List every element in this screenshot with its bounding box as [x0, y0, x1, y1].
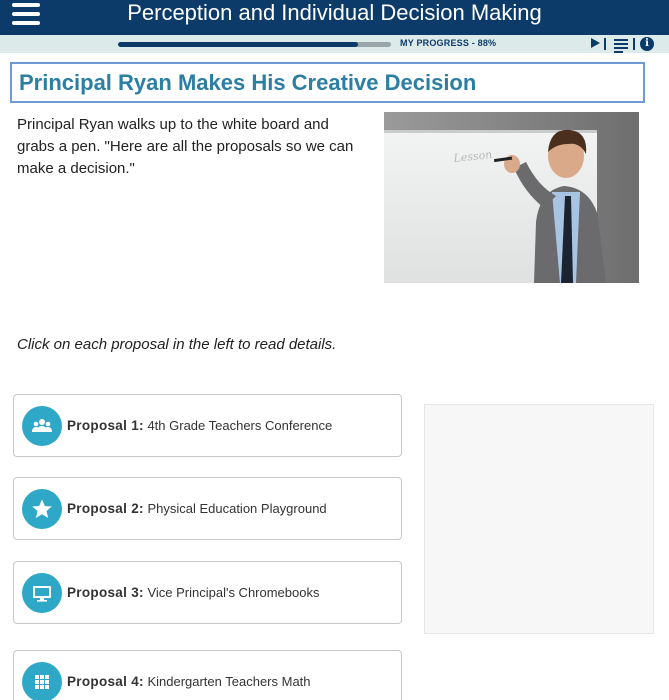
- group-icon: [22, 406, 62, 446]
- instruction-text: Click on each proposal in the left to re…: [17, 336, 337, 353]
- progress-label: MY PROGRESS - 88%: [400, 38, 497, 48]
- play-icon[interactable]: [590, 37, 601, 51]
- app-title: Perception and Individual Decision Makin…: [127, 0, 542, 25]
- control-divider: [604, 38, 606, 50]
- grid-icon: [22, 662, 62, 700]
- proposal-label: Proposal 2: Physical Education Playgroun…: [67, 501, 327, 516]
- page-title-box: Principal Ryan Makes His Creative Decisi…: [10, 62, 645, 103]
- proposal-label: Proposal 4: Kindergarten Teachers Math: [67, 674, 311, 689]
- principal-whiteboard-photo: Lesson: [384, 112, 639, 283]
- control-divider: [633, 38, 635, 50]
- progress-bar-row: MY PROGRESS - 88% i: [0, 35, 669, 53]
- info-icon[interactable]: i: [640, 37, 654, 51]
- proposal-1-button[interactable]: Proposal 1: 4th Grade Teachers Conferenc…: [13, 394, 402, 457]
- monitor-icon: [22, 573, 62, 613]
- app-header: Perception and Individual Decision Makin…: [0, 0, 669, 35]
- proposal-2-button[interactable]: Proposal 2: Physical Education Playgroun…: [13, 477, 402, 540]
- proposal-detail-panel: [424, 404, 654, 634]
- progress-fill: [118, 42, 359, 47]
- progress-track: [118, 42, 391, 47]
- proposal-label: Proposal 3: Vice Principal's Chromebooks: [67, 585, 320, 600]
- proposal-3-button[interactable]: Proposal 3: Vice Principal's Chromebooks: [13, 561, 402, 624]
- star-icon: [22, 489, 62, 529]
- list-icon[interactable]: [614, 37, 628, 53]
- page-title: Principal Ryan Makes His Creative Decisi…: [19, 70, 477, 95]
- proposal-label: Proposal 1: 4th Grade Teachers Conferenc…: [67, 418, 333, 433]
- intro-text: Principal Ryan walks up to the white boa…: [17, 116, 354, 177]
- proposal-4-button[interactable]: Proposal 4: Kindergarten Teachers Math: [13, 650, 402, 700]
